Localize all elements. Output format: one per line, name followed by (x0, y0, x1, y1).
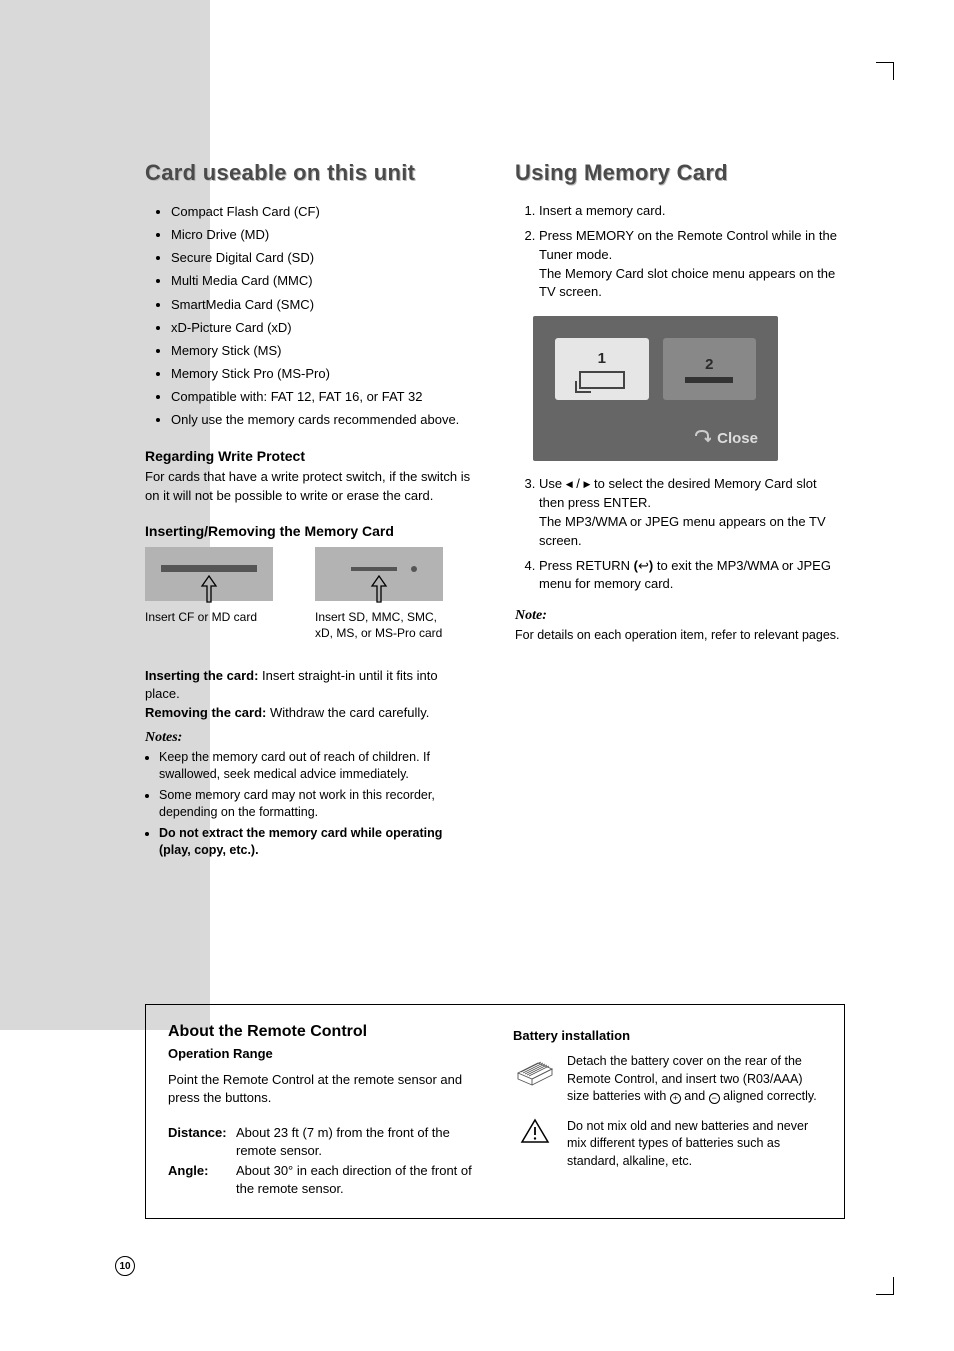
note-label: Note: (515, 608, 845, 624)
remote-right-col: Battery installation Detach the b (513, 1023, 822, 1200)
return-icon (693, 429, 711, 447)
distance-row: Distance: About 23 ft (7 m) from the fro… (168, 1124, 477, 1160)
step-2b: The Memory Card slot choice menu appears… (539, 266, 835, 300)
list-item: Multi Media Card (MMC) (171, 271, 475, 291)
battery-cover-icon (513, 1053, 557, 1087)
notes-list: Keep the memory card out of reach of chi… (145, 749, 475, 860)
list-item: Memory Stick (MS) (171, 341, 475, 361)
return-icon: ↩ (638, 558, 649, 573)
caption-left: Insert CF or MD card (145, 609, 273, 641)
list-item: Compatible with: FAT 12, FAT 16, or FAT … (171, 387, 475, 407)
arrow-up-icon (200, 574, 218, 604)
distance-label: Distance: (168, 1124, 236, 1160)
battery-install-row: Detach the battery cover on the rear of … (513, 1053, 822, 1106)
step3-pre: Use (539, 476, 566, 491)
step-2: Press MEMORY on the Remote Control while… (539, 227, 845, 302)
removing-text: Withdraw the card carefully. (266, 705, 429, 720)
menu-close-row: Close (693, 429, 758, 447)
slot-number: 1 (598, 350, 606, 367)
page-number: 10 (115, 1256, 135, 1276)
arrow-up-icon (370, 574, 388, 604)
slot-captions: Insert CF or MD card Insert SD, MMC, SMC… (145, 609, 475, 641)
crop-mark-tr (876, 62, 894, 80)
list-item: Compact Flash Card (CF) (171, 202, 475, 222)
minus-icon: − (709, 1093, 720, 1104)
remote-left-col: About the Remote Control Operation Range… (168, 1023, 477, 1200)
battery-warning-row: Do not mix old and new batteries and nev… (513, 1118, 822, 1171)
inserting-paragraph: Inserting the card: Insert straight-in u… (145, 667, 475, 722)
sd-slot-icon (685, 377, 733, 383)
note-bold: Do not extract the memory card while ope… (159, 826, 442, 858)
page-content: Card useable on this unit Compact Flash … (145, 160, 845, 863)
angle-value: About 30° in each direction of the front… (236, 1162, 477, 1198)
operation-range-body: Point the Remote Control at the remote s… (168, 1071, 477, 1107)
inserting-bold: Inserting the card: (145, 668, 258, 683)
right-column: Using Memory Card Insert a memory card. … (515, 160, 845, 863)
operation-range-head: Operation Range (168, 1046, 273, 1061)
list-item: Micro Drive (MD) (171, 225, 475, 245)
step3-mid: to select the desired Memory Card slot t… (539, 476, 817, 510)
angle-label: Angle: (168, 1162, 236, 1198)
card-list: Compact Flash Card (CF) Micro Drive (MD)… (145, 202, 475, 430)
step-3: Use ◀ / ▶ to select the desired Memory C… (539, 475, 845, 550)
left-column: Card useable on this unit Compact Flash … (145, 160, 475, 863)
using-steps: Insert a memory card. Press MEMORY on th… (515, 202, 845, 302)
using-memory-title: Using Memory Card (515, 160, 845, 186)
close-label: Close (717, 430, 758, 447)
warning-icon (513, 1118, 557, 1144)
warning-body: Do not mix old and new batteries and nev… (567, 1118, 822, 1171)
write-protect-heading: Regarding Write Protect (145, 448, 475, 464)
about-remote-title: About the Remote Control (168, 1023, 477, 1041)
slot-number: 2 (705, 356, 713, 373)
menu-slot-2: 2 (663, 338, 757, 400)
note-item: Keep the memory card out of reach of chi… (159, 749, 475, 784)
step-4: Press RETURN (↩) to exit the MP3/WMA or … (539, 557, 845, 595)
note-body: For details on each operation item, refe… (515, 627, 845, 645)
step3-post: The MP3/WMA or JPEG menu appears on the … (539, 514, 826, 548)
step4-pre: Press RETURN (539, 558, 634, 573)
step-2a: Press MEMORY on the Remote Control while… (539, 228, 837, 262)
crop-mark-br (876, 1277, 894, 1295)
menu-slot-1: 1 (555, 338, 649, 400)
list-item: xD-Picture Card (xD) (171, 318, 475, 338)
slot-cf-diagram (145, 547, 273, 601)
list-item: Secure Digital Card (SD) (171, 248, 475, 268)
slot-sd-diagram (315, 547, 443, 601)
note-item: Some memory card may not work in this re… (159, 787, 475, 822)
left-arrow-icon: ◀ (566, 479, 573, 489)
angle-row: Angle: About 30° in each direction of th… (168, 1162, 477, 1198)
remote-control-box: About the Remote Control Operation Range… (145, 1004, 845, 1219)
list-item: Only use the memory cards recommended ab… (171, 410, 475, 430)
battery-body: Detach the battery cover on the rear of … (567, 1053, 822, 1106)
list-item: Memory Stick Pro (MS-Pro) (171, 364, 475, 384)
memory-slot-menu: 1 2 Close (533, 316, 778, 461)
slot-figure (145, 547, 475, 601)
note-item: Do not extract the memory card while ope… (159, 825, 475, 860)
step-1: Insert a memory card. (539, 202, 845, 221)
cf-slot-icon (579, 371, 625, 389)
using-steps-cont: Use ◀ / ▶ to select the desired Memory C… (515, 475, 845, 594)
distance-value: About 23 ft (7 m) from the front of the … (236, 1124, 477, 1160)
battery-head: Battery installation (513, 1028, 630, 1043)
plus-icon: + (670, 1093, 681, 1104)
and-word: and (681, 1089, 709, 1103)
write-protect-body: For cards that have a write protect swit… (145, 468, 475, 504)
list-item: SmartMedia Card (SMC) (171, 295, 475, 315)
battery-post: aligned correctly. (720, 1089, 817, 1103)
notes-label: Notes: (145, 730, 475, 746)
card-usable-title: Card useable on this unit (145, 160, 475, 186)
insert-remove-heading: Inserting/Removing the Memory Card (145, 523, 475, 539)
caption-right: Insert SD, MMC, SMC, xD, MS, or MS-Pro c… (315, 609, 443, 641)
removing-bold: Removing the card: (145, 705, 266, 720)
